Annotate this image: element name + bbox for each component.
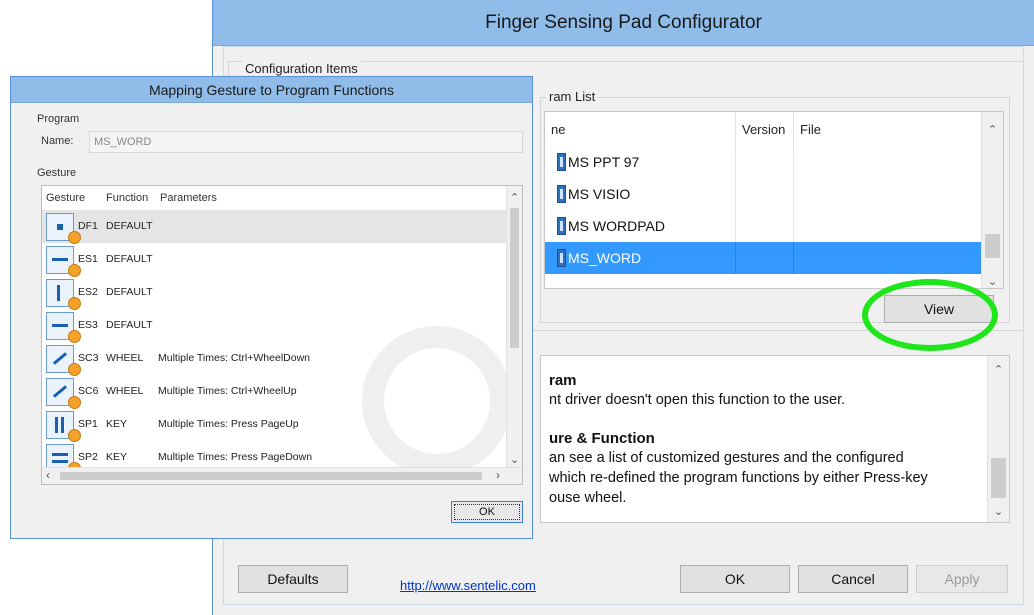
scroll-right-icon[interactable]: › bbox=[496, 468, 500, 482]
program-list-label: ram List bbox=[546, 89, 599, 104]
description-panel: ram nt driver doesn't open this function… bbox=[540, 355, 1010, 523]
gesture-sc6-icon bbox=[46, 378, 81, 409]
gesture-function: WHEEL bbox=[106, 385, 144, 397]
program-row[interactable]: MS VISIO bbox=[545, 178, 1003, 210]
gesture-code: ES1 bbox=[78, 253, 98, 265]
gesture-list-hscrollbar[interactable]: ‹ › bbox=[42, 467, 522, 484]
column-function[interactable]: Function bbox=[106, 186, 148, 210]
gesture-code: ES3 bbox=[78, 319, 98, 331]
gesture-function: DEFAULT bbox=[106, 220, 153, 232]
gesture-es1-icon bbox=[46, 246, 81, 277]
ok-button[interactable]: OK bbox=[680, 565, 790, 593]
gesture-row[interactable]: ES3 DEFAULT bbox=[42, 309, 508, 343]
gesture-es3-icon bbox=[46, 312, 81, 343]
gesture-params: Multiple Times: Ctrl+WheelUp bbox=[158, 385, 297, 397]
gesture-row[interactable]: SC3 WHEEL Multiple Times: Ctrl+WheelDown bbox=[42, 342, 508, 376]
program-name: MS VISIO bbox=[568, 186, 631, 202]
description-line: an see a list of customized gestures and… bbox=[549, 450, 904, 466]
scroll-thumb[interactable] bbox=[985, 234, 1000, 258]
gesture-row[interactable]: ES1 DEFAULT bbox=[42, 243, 508, 277]
gesture-sc3-icon bbox=[46, 345, 81, 376]
description-line: ouse wheel. bbox=[549, 490, 627, 506]
gesture-params: Multiple Times: Press PageDown bbox=[158, 451, 313, 463]
gesture-function: DEFAULT bbox=[106, 286, 153, 298]
program-row[interactable]: MS PPT 97 bbox=[545, 146, 1003, 178]
dialog-title: Mapping Gesture to Program Functions bbox=[11, 77, 532, 103]
gesture-function: WHEEL bbox=[106, 352, 144, 364]
description-scrollbar[interactable]: ⌃ ⌄ bbox=[987, 356, 1009, 522]
ok-label: OK bbox=[454, 504, 520, 520]
gesture-code: DF1 bbox=[78, 220, 98, 232]
column-gesture[interactable]: Gesture bbox=[46, 186, 85, 210]
program-list-scrollbar[interactable]: ⌃ ⌄ bbox=[981, 112, 1003, 288]
scroll-down-icon[interactable]: ⌄ bbox=[988, 502, 1009, 520]
program-name: MS_WORD bbox=[568, 250, 642, 266]
description-line: nt driver doesn't open this function to … bbox=[549, 392, 846, 408]
column-version[interactable]: Version bbox=[735, 112, 793, 146]
apply-button[interactable]: Apply bbox=[916, 565, 1008, 593]
window-title: Finger Sensing Pad Configurator bbox=[213, 0, 1034, 46]
program-icon bbox=[557, 185, 566, 203]
gesture-function: DEFAULT bbox=[106, 319, 153, 331]
gesture-row[interactable]: DF1 DEFAULT bbox=[42, 210, 508, 244]
scroll-left-icon[interactable]: ‹ bbox=[46, 468, 50, 482]
gesture-row[interactable]: SP1 KEY Multiple Times: Press PageUp bbox=[42, 408, 508, 442]
gesture-row[interactable]: ES2 DEFAULT bbox=[42, 276, 508, 310]
gesture-params: Multiple Times: Press PageUp bbox=[158, 418, 299, 430]
scroll-down-icon[interactable]: ⌄ bbox=[982, 272, 1003, 288]
gesture-row[interactable]: SC6 WHEEL Multiple Times: Ctrl+WheelUp bbox=[42, 375, 508, 409]
defaults-button[interactable]: Defaults bbox=[238, 565, 348, 593]
config-items-label: Configuration Items bbox=[242, 61, 361, 76]
name-label: Name: bbox=[41, 135, 74, 147]
gesture-params: Multiple Times: Ctrl+WheelDown bbox=[158, 352, 311, 364]
gesture-list-vscrollbar[interactable]: ⌃ ⌄ bbox=[506, 186, 522, 468]
gesture-df1-icon bbox=[46, 213, 81, 244]
gesture-sp1-icon bbox=[46, 411, 81, 442]
gesture-code: SC3 bbox=[78, 352, 99, 364]
scroll-down-icon[interactable]: ⌄ bbox=[507, 450, 522, 468]
program-row-selected[interactable]: MS_WORD bbox=[545, 242, 1003, 274]
gesture-function: KEY bbox=[106, 418, 128, 430]
gesture-code: ES2 bbox=[78, 286, 98, 298]
gesture-mapping-dialog: Mapping Gesture to Program Functions Pro… bbox=[10, 76, 533, 539]
gesture-group-label: Gesture bbox=[37, 167, 77, 179]
sentelic-link[interactable]: http://www.sentelic.com bbox=[400, 578, 536, 593]
program-icon bbox=[557, 153, 566, 171]
program-group-label: Program bbox=[37, 113, 80, 125]
hscroll-thumb[interactable] bbox=[60, 472, 482, 480]
cancel-button[interactable]: Cancel bbox=[798, 565, 908, 593]
description-line: which re-defined the program functions b… bbox=[549, 470, 928, 486]
scroll-up-icon[interactable]: ⌃ bbox=[988, 360, 1009, 378]
description-heading-gesture: ure & Function bbox=[549, 430, 655, 447]
program-name-field[interactable]: MS_WORD bbox=[89, 131, 523, 153]
scroll-thumb[interactable] bbox=[991, 458, 1006, 498]
scroll-up-icon[interactable]: ⌃ bbox=[982, 120, 1003, 138]
scroll-thumb[interactable] bbox=[510, 208, 519, 348]
gesture-code: SP2 bbox=[78, 451, 98, 463]
column-parameters[interactable]: Parameters bbox=[160, 186, 217, 210]
dialog-ok-button[interactable]: OK bbox=[451, 501, 523, 523]
gesture-list[interactable]: Gesture Function Parameters DF1 DEFAULT … bbox=[41, 185, 523, 485]
program-name: MS PPT 97 bbox=[568, 154, 640, 170]
description-heading-program: ram bbox=[549, 372, 577, 389]
program-name: MS WORDPAD bbox=[568, 218, 665, 234]
gesture-function: KEY bbox=[106, 451, 128, 463]
gesture-function: DEFAULT bbox=[106, 253, 153, 265]
gesture-es2-icon bbox=[46, 279, 81, 310]
program-row[interactable]: MS WORDPAD bbox=[545, 210, 1003, 242]
gesture-code: SC6 bbox=[78, 385, 99, 397]
program-icon bbox=[557, 217, 566, 235]
highlight-circle bbox=[862, 279, 998, 351]
scroll-up-icon[interactable]: ⌃ bbox=[507, 188, 522, 206]
column-file[interactable]: File bbox=[793, 112, 973, 146]
column-name[interactable]: ne bbox=[545, 112, 735, 146]
gesture-code: SP1 bbox=[78, 418, 98, 430]
program-icon bbox=[557, 249, 566, 267]
program-list[interactable]: ne Version File MS PPT 97 MS VISIO MS WO… bbox=[544, 111, 1004, 289]
